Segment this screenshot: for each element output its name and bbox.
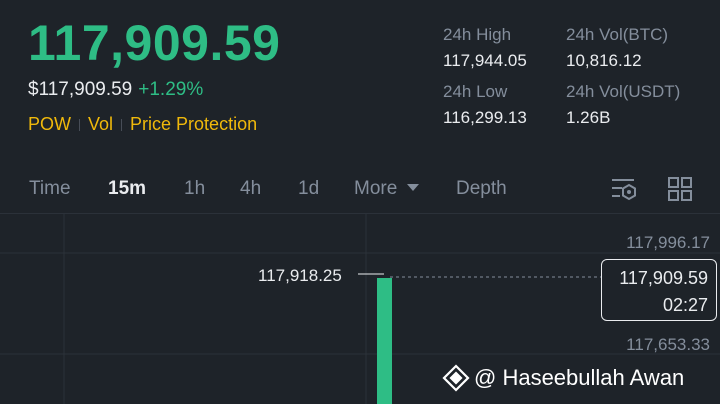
tag-separator <box>79 118 80 131</box>
current-price-badge: 117,909.59 02:27 <box>601 259 717 321</box>
tag-price-protection[interactable]: Price Protection <box>130 114 257 135</box>
candle-countdown: 02:27 <box>662 295 708 315</box>
axis-label-mid: 117,653.33 <box>626 335 710 354</box>
tab-depth[interactable]: Depth <box>456 178 507 200</box>
chart-settings-icon[interactable] <box>610 176 638 202</box>
vol-btc-value: 10,816.12 <box>566 51 642 70</box>
tag-vol[interactable]: Vol <box>88 114 113 135</box>
tab-more-label: More <box>354 178 398 199</box>
tag-pow[interactable]: POW <box>28 114 71 135</box>
candle-bar <box>377 278 392 404</box>
watermark-text: @ Haseebullah Awan <box>474 365 685 390</box>
tab-15m[interactable]: 15m <box>108 178 146 200</box>
usd-price-line: $117,909.59 +1.29% <box>28 79 203 101</box>
axis-label-top: 117,996.17 <box>626 233 710 252</box>
tag-row: POW Vol Price Protection <box>28 114 257 135</box>
tab-time[interactable]: Time <box>29 178 71 200</box>
tab-1h[interactable]: 1h <box>184 178 205 200</box>
caret-down-icon <box>407 184 420 191</box>
tag-separator <box>121 118 123 131</box>
vol-usdt-value: 1.26B <box>566 108 611 127</box>
high-marker-label: 117,918.25 <box>258 266 342 285</box>
last-price: 117,909.59 <box>28 15 281 71</box>
usd-price: $117,909.59 <box>28 79 133 100</box>
low-value: 116,299.13 <box>443 108 527 127</box>
watermark: @ Haseebullah Awan <box>442 364 684 392</box>
binance-diamond-icon <box>442 364 470 392</box>
vol-usdt-label: 24h Vol(USDT) <box>566 82 681 101</box>
vol-btc-label: 24h Vol(BTC) <box>566 25 669 44</box>
tab-1d[interactable]: 1d <box>298 178 319 200</box>
high-value: 117,944.05 <box>443 51 527 70</box>
layout-grid-icon[interactable] <box>667 176 693 202</box>
high-label: 24h High <box>443 25 512 44</box>
price-change: +1.29% <box>138 79 204 100</box>
low-label: 24h Low <box>443 82 508 101</box>
current-price: 117,909.59 <box>619 268 708 288</box>
interval-tabs: Time 15m 1h 4h 1d More Depth <box>0 170 720 208</box>
tab-more[interactable]: More <box>354 178 420 200</box>
tab-4h[interactable]: 4h <box>240 178 261 200</box>
